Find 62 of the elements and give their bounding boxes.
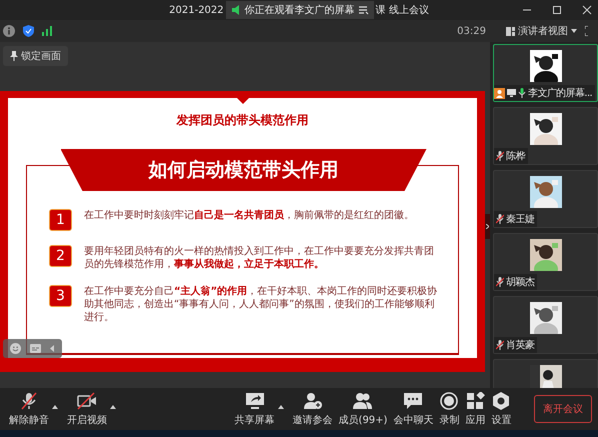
share-button[interactable]: 共享屏幕 <box>232 392 278 426</box>
caret-icon <box>571 29 577 33</box>
number-tag: 1 <box>49 209 72 231</box>
number-tag: 3 <box>49 285 72 307</box>
smiley-icon[interactable] <box>10 343 21 354</box>
video-button[interactable]: 开启视频 <box>64 392 110 426</box>
window-title: 课 线上会议 <box>376 4 429 17</box>
participant-name: 肖英豪 <box>506 338 534 352</box>
close-icon[interactable] <box>582 5 592 15</box>
item-text: 在工作中要充分自己“主人翁”的作用，在干好本职、本岗工作的同时还要积极协助其他同志，创造出“事事有人问，人人都问事”的氛围，使我们的工作能够顺利进行。 <box>84 285 438 324</box>
participant-tile[interactable]: 秦王婕 <box>493 170 598 228</box>
layout-icon <box>506 26 515 36</box>
meeting-time: 03:29 <box>457 26 486 36</box>
maximize-icon[interactable] <box>552 5 562 15</box>
slide-subtitle: 发挥团员的带头模范作用 <box>176 112 308 129</box>
participant-name: 陈桦 <box>506 150 525 163</box>
participant-tile[interactable]: 陈桦 <box>493 107 598 165</box>
screen-share-icon <box>244 392 265 410</box>
list-icon[interactable] <box>358 6 369 14</box>
caption-icon[interactable] <box>30 344 41 353</box>
slide-heading: 如何启动模范带头作用 <box>60 149 426 191</box>
record-icon <box>439 392 460 410</box>
chevron-icon <box>486 224 489 229</box>
apps-icon <box>465 392 486 410</box>
shield-icon[interactable] <box>23 25 34 37</box>
speaker-icon <box>230 5 241 15</box>
camera-off-icon <box>77 392 97 410</box>
number-tag: 2 <box>49 245 72 267</box>
participant-tile[interactable]: 胡颖杰 <box>493 233 598 291</box>
settings-button[interactable]: 设置 <box>488 392 514 426</box>
item-text: 要用年轻团员特有的火一样的热情投入到工作中，在工作中要要充分发挥共青团员的先锋模范作用，事事从我做起，立足于本职工作。 <box>84 245 435 271</box>
mic-muted-icon <box>19 392 39 410</box>
invite-button[interactable]: 邀请参会 <box>290 392 336 426</box>
participant-name: 秦王婕 <box>506 213 534 226</box>
participant-name: 胡颖杰 <box>506 276 534 289</box>
collapse-handle[interactable] <box>485 214 490 239</box>
apps-button[interactable]: 应用 <box>462 392 488 426</box>
caret-icon[interactable] <box>110 404 116 408</box>
pin-icon <box>10 51 18 61</box>
caret-icon[interactable] <box>278 404 284 408</box>
speaker-view-button[interactable]: 演讲者视图 <box>506 24 577 38</box>
window-title: 2021-2022 <box>169 4 224 16</box>
chat-button[interactable]: 会中聊天 <box>390 392 436 426</box>
participant-tile[interactable]: 李文广的屏幕... <box>493 44 598 102</box>
members-button[interactable]: 成员(99+) <box>336 392 390 426</box>
participant-name: 李文广的屏幕... <box>528 86 592 100</box>
viewing-text: 你正在观看李文广的屏幕 <box>244 4 355 17</box>
signal-icon[interactable] <box>42 26 52 36</box>
unmute-button[interactable]: 解除静音 <box>6 392 52 426</box>
settings-icon <box>491 392 512 410</box>
item-text: 在工作中要时时刻刻牢记自己是一名共青团员，胸前佩带的是红红的团徽。 <box>84 209 414 222</box>
caret-icon[interactable] <box>52 404 58 408</box>
participant-tile[interactable]: 肖英豪 <box>493 296 598 354</box>
add-person-icon <box>302 392 323 410</box>
info-icon[interactable] <box>3 25 15 37</box>
leave-meeting-button[interactable]: 离开会议 <box>534 395 592 423</box>
lock-view-button[interactable]: 锁定画面 <box>3 46 68 66</box>
chat-icon <box>403 392 424 410</box>
pointer-marker <box>236 98 248 104</box>
screen-share-icon <box>507 89 516 97</box>
people-icon <box>353 392 373 410</box>
record-button[interactable]: 录制 <box>436 392 462 426</box>
